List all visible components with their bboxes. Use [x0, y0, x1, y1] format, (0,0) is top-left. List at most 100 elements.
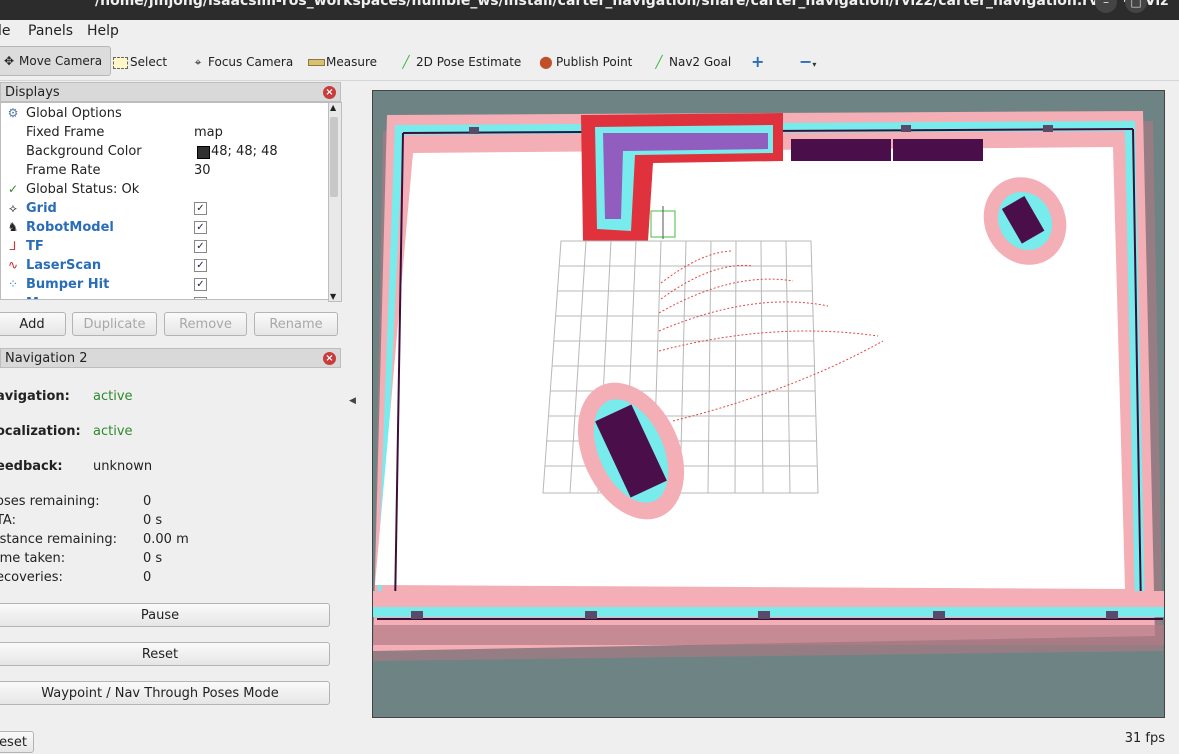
navigation-panel-header: Navigation 2 ×	[0, 348, 341, 368]
close-icon[interactable]: ×	[323, 352, 336, 365]
navigation-label: avigation:	[0, 389, 70, 404]
menu-help[interactable]: Help	[87, 23, 119, 39]
check-icon: ✓	[7, 182, 19, 196]
frame-rate-value[interactable]: 30	[194, 161, 211, 180]
rename-button[interactable]: Rename	[254, 312, 338, 336]
map-pin-icon: ⬤	[539, 55, 553, 69]
displays-tree[interactable]: ⚙ Global Options Fixed Frame map Backgro…	[0, 102, 330, 300]
row-label: Global Status: Ok	[26, 182, 140, 197]
add-tool-button[interactable]: +	[751, 51, 764, 73]
navigation-value: active	[93, 389, 133, 404]
robot-icon: ♞	[7, 220, 19, 234]
navigation-panel-title: Navigation 2	[5, 351, 88, 366]
menu-panels[interactable]: Panels	[28, 23, 73, 39]
row-label: Global Options	[26, 106, 122, 121]
row-tf[interactable]: ⅃ TF ✓	[1, 237, 329, 256]
select-tool[interactable]: Select	[112, 51, 167, 73]
laserscan-checkbox[interactable]: ✓	[194, 259, 207, 272]
distance-remaining-label: istance remaining:	[0, 532, 117, 547]
robotmodel-checkbox[interactable]: ✓	[194, 221, 207, 234]
scroll-down-icon[interactable]: ▼	[330, 292, 336, 301]
publish-point-tool[interactable]: ⬤ Publish Point	[538, 51, 632, 73]
scroll-up-icon[interactable]: ▲	[330, 103, 336, 112]
tf-checkbox[interactable]: ✓	[194, 240, 207, 253]
row-robotmodel[interactable]: ♞ RobotModel ✓	[1, 218, 329, 237]
menu-bar: le Panels Help	[0, 20, 1179, 42]
measure-icon	[308, 51, 325, 73]
add-button[interactable]: Add	[0, 312, 66, 336]
row-frame-rate[interactable]: Frame Rate 30	[1, 161, 329, 180]
move-camera-tool[interactable]: ✥ Move Camera	[0, 46, 112, 76]
goal-arrow-icon: ╱	[655, 55, 663, 69]
localization-status-row: ocalization: active	[0, 424, 133, 439]
time-taken-label: ime taken:	[0, 551, 66, 566]
costmap-render	[373, 91, 1164, 717]
scroll-thumb[interactable]	[330, 117, 338, 197]
nav2-goal-label: Nav2 Goal	[669, 55, 732, 69]
gear-icon: ⚙	[7, 106, 19, 120]
plus-icon: +	[751, 52, 765, 71]
row-global-options[interactable]: ⚙ Global Options	[1, 104, 329, 123]
select-label: Select	[130, 55, 168, 69]
focus-camera-tool[interactable]: ⌖ Focus Camera	[190, 51, 294, 73]
measure-label: Measure	[326, 55, 377, 69]
eta-label: TA:	[0, 513, 16, 528]
points-icon: ⁘	[7, 277, 19, 291]
render-viewport[interactable]	[372, 90, 1165, 718]
remove-button[interactable]: Remove	[164, 312, 247, 336]
axes-icon: ⅃	[9, 239, 17, 253]
fixed-frame-value[interactable]: map	[194, 123, 223, 142]
background-color-value[interactable]: 48; 48; 48	[194, 142, 278, 161]
bumper-hit-checkbox[interactable]: ✓	[194, 278, 207, 291]
poses-remaining-value: 0	[143, 494, 152, 509]
collapse-arrow-icon[interactable]: ◀	[349, 396, 356, 406]
displays-scrollbar[interactable]: ▲ ▼	[328, 102, 342, 302]
focus-camera-icon: ⌖	[194, 55, 202, 69]
recoveries-value: 0	[143, 570, 152, 585]
time-taken-value: 0 s	[143, 551, 163, 566]
row-label: Fixed Frame	[26, 125, 105, 140]
row-label: RobotModel	[26, 220, 114, 235]
reset-view-button[interactable]: eset	[0, 731, 34, 753]
row-global-status[interactable]: ✓ Global Status: Ok	[1, 180, 329, 199]
remove-tool-button[interactable]: −▾	[799, 51, 816, 73]
pause-button[interactable]: Pause	[0, 603, 330, 627]
row-label: M	[26, 294, 39, 299]
minimize-button[interactable]: –	[1095, 0, 1117, 13]
move-camera-label: Move Camera	[19, 54, 103, 68]
row-background-color[interactable]: Background Color 48; 48; 48	[1, 142, 329, 161]
map-checkbox[interactable]: ✓	[194, 297, 207, 299]
maximize-button[interactable]: □	[1125, 0, 1147, 13]
row-laserscan[interactable]: ∿ LaserScan ✓	[1, 256, 329, 275]
feedback-value: unknown	[93, 459, 153, 474]
row-label: LaserScan	[26, 258, 102, 273]
row-label: Background Color	[26, 144, 142, 159]
grid-checkbox[interactable]: ✓	[194, 202, 207, 215]
grid-icon: ⟡	[9, 201, 17, 215]
row-fixed-frame[interactable]: Fixed Frame map	[1, 123, 329, 142]
displays-title: Displays	[5, 85, 60, 100]
pose-estimate-tool[interactable]: ╱ 2D Pose Estimate	[398, 51, 521, 73]
green-arrow-icon: ╱	[402, 55, 410, 69]
close-icon[interactable]: ×	[323, 86, 336, 99]
nav2-goal-tool[interactable]: ╱ Nav2 Goal	[651, 51, 731, 73]
fps-readout: 31 fps	[1124, 731, 1165, 746]
menu-file[interactable]: le	[0, 23, 11, 39]
row-map[interactable]: ▮ M ✓	[1, 294, 329, 299]
laserscan-icon: ∿	[7, 258, 19, 272]
reset-nav-button[interactable]: Reset	[0, 642, 330, 666]
color-swatch	[197, 146, 210, 159]
waypoint-mode-button[interactable]: Waypoint / Nav Through Poses Mode	[0, 681, 330, 705]
row-label: TF	[26, 239, 44, 254]
navigation-status-row: avigation: active	[0, 389, 133, 404]
row-bumper-hit[interactable]: ⁘ Bumper Hit ✓	[1, 275, 329, 294]
dropdown-caret-icon: ▾	[812, 60, 817, 69]
measure-tool[interactable]: Measure	[308, 51, 377, 73]
distance-remaining-value: 0.00 m	[143, 532, 189, 547]
row-grid[interactable]: ⟡ Grid ✓	[1, 199, 329, 218]
title-bar: /home/jinjong/isaacsim-ros_workspaces/hu…	[0, 0, 1179, 20]
row-label: Bumper Hit	[26, 277, 110, 292]
recoveries-label: ecoveries:	[0, 570, 63, 585]
move-camera-icon: ✥	[3, 54, 15, 68]
duplicate-button[interactable]: Duplicate	[72, 312, 157, 336]
